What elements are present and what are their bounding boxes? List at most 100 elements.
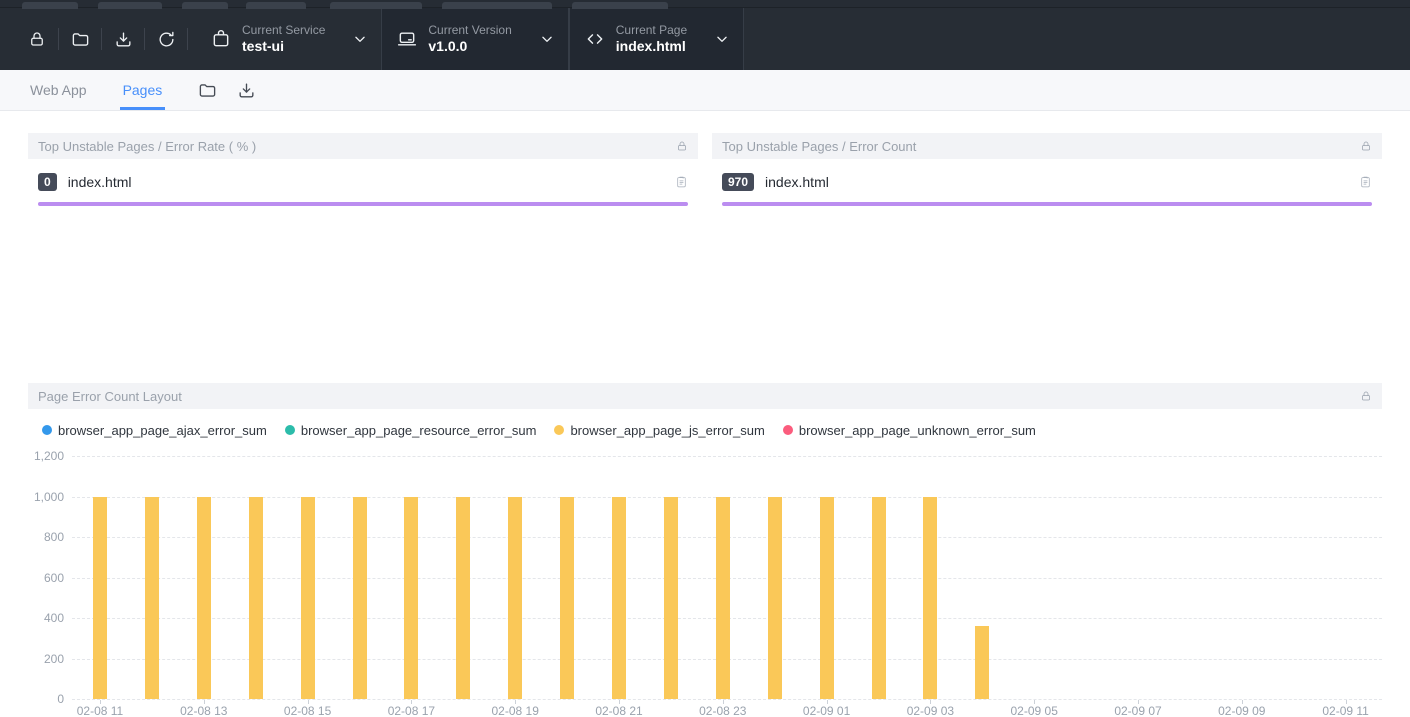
x-axis-label: 02-09 11 — [1304, 704, 1388, 717]
legend-dot — [783, 425, 793, 435]
chevron-down-icon — [540, 32, 554, 46]
bar[interactable] — [923, 497, 937, 700]
lock-icon[interactable] — [1360, 139, 1372, 153]
bar[interactable] — [820, 497, 834, 700]
y-axis-label: 200 — [28, 652, 64, 666]
panel-title: Page Error Count Layout — [38, 389, 1360, 404]
top-nav-stub[interactable] — [572, 2, 668, 9]
legend-item-ajax[interactable]: browser_app_page_ajax_error_sum — [42, 423, 267, 438]
bar[interactable] — [872, 497, 886, 700]
x-axis-label: 02-08 11 — [58, 704, 142, 717]
panel-header: Top Unstable Pages / Error Count — [712, 133, 1382, 159]
bar[interactable] — [508, 497, 522, 700]
bar[interactable] — [197, 497, 211, 700]
chevron-down-icon — [353, 32, 367, 46]
bar[interactable] — [975, 626, 989, 699]
axis-tick — [1242, 700, 1243, 704]
copy-icon[interactable] — [1359, 174, 1372, 190]
bar[interactable] — [404, 497, 418, 700]
gridline — [72, 699, 1382, 700]
toolbar-divider — [58, 28, 59, 50]
x-axis-label: 02-08 21 — [577, 704, 661, 717]
legend-label: browser_app_page_unknown_error_sum — [799, 423, 1036, 438]
tab-pages[interactable]: Pages — [123, 70, 163, 110]
toolbar-divider — [101, 28, 102, 50]
y-axis-label: 600 — [28, 571, 64, 585]
bar[interactable] — [249, 497, 263, 700]
version-selector-value: v1.0.0 — [428, 38, 511, 55]
bar[interactable] — [716, 497, 730, 700]
toolbar-icon-group — [0, 8, 188, 70]
folder-icon[interactable] — [70, 29, 90, 49]
legend-item-js[interactable]: browser_app_page_js_error_sum — [554, 423, 764, 438]
legend-item-resource[interactable]: browser_app_page_resource_error_sum — [285, 423, 537, 438]
y-axis-label: 800 — [28, 530, 64, 544]
x-axis-label: 02-08 17 — [369, 704, 453, 717]
bar[interactable] — [456, 497, 470, 700]
toolbar-divider — [187, 28, 188, 50]
top-nav-stub[interactable] — [98, 2, 162, 9]
bar[interactable] — [93, 497, 107, 700]
x-axis-label: 02-09 09 — [1200, 704, 1284, 717]
x-axis-label: 02-09 07 — [1096, 704, 1180, 717]
axis-tick — [723, 700, 724, 704]
axis-tick — [930, 700, 931, 704]
top-nav-stub[interactable] — [22, 2, 78, 9]
refresh-icon[interactable] — [156, 29, 176, 49]
x-axis-label: 02-09 01 — [785, 704, 869, 717]
version-selector[interactable]: Current Version v1.0.0 — [381, 8, 568, 70]
legend-label: browser_app_page_resource_error_sum — [301, 423, 537, 438]
axis-tick — [1034, 700, 1035, 704]
browser-toolbar: Current Service test-ui Current Version … — [0, 8, 1410, 70]
toolbar-divider — [144, 28, 145, 50]
bar[interactable] — [768, 497, 782, 700]
y-axis-label: 1,200 — [28, 449, 64, 463]
bar[interactable] — [664, 497, 678, 700]
value-badge: 0 — [38, 173, 57, 191]
lock-icon[interactable] — [1360, 389, 1372, 403]
panel-header: Page Error Count Layout — [28, 383, 1382, 409]
panel-error-rate: Top Unstable Pages / Error Rate ( % ) 0 … — [28, 133, 698, 206]
tab-web-app[interactable]: Web App — [30, 70, 87, 110]
bar[interactable] — [560, 497, 574, 700]
top-panels-row: Top Unstable Pages / Error Rate ( % ) 0 … — [28, 133, 1382, 206]
y-axis-label: 400 — [28, 611, 64, 625]
page-selector[interactable]: Current Page index.html — [569, 8, 744, 70]
service-selector-text: Current Service test-ui — [242, 23, 325, 54]
top-nav-stub[interactable] — [182, 2, 228, 9]
laptop-icon — [396, 28, 418, 50]
legend-dot — [285, 425, 295, 435]
version-selector-text: Current Version v1.0.0 — [428, 23, 511, 54]
lock-icon[interactable] — [676, 139, 688, 153]
legend-item-unknown[interactable]: browser_app_page_unknown_error_sum — [783, 423, 1036, 438]
x-axis-label: 02-08 15 — [266, 704, 350, 717]
download-icon[interactable] — [237, 81, 256, 100]
legend-dot — [554, 425, 564, 435]
copy-icon[interactable] — [675, 174, 688, 190]
page-name: index.html — [68, 174, 675, 190]
bar[interactable] — [353, 497, 367, 700]
top-nav-stub[interactable] — [442, 2, 552, 9]
panel-title: Top Unstable Pages / Error Count — [722, 139, 1360, 154]
bar[interactable] — [612, 497, 626, 700]
list-item: 970 index.html — [722, 171, 1372, 193]
panel-page-error-chart: Page Error Count Layout browser_app_page… — [28, 383, 1382, 717]
panel-body: 970 index.html — [712, 159, 1382, 206]
lock-icon[interactable] — [27, 29, 47, 49]
axis-tick — [827, 700, 828, 704]
folder-icon[interactable] — [198, 81, 217, 100]
page-selector-value: index.html — [616, 38, 687, 55]
gridline — [72, 456, 1382, 457]
top-nav-stub[interactable] — [246, 2, 306, 9]
service-icon — [210, 28, 232, 50]
service-selector[interactable]: Current Service test-ui — [196, 8, 381, 70]
axis-tick — [308, 700, 309, 704]
version-selector-label: Current Version — [428, 23, 511, 37]
download-icon[interactable] — [113, 29, 133, 49]
legend-label: browser_app_page_js_error_sum — [570, 423, 764, 438]
top-nav-strip — [0, 0, 1410, 8]
bar[interactable] — [145, 497, 159, 700]
axis-tick — [100, 700, 101, 704]
bar[interactable] — [301, 497, 315, 700]
top-nav-stub[interactable] — [330, 2, 422, 9]
